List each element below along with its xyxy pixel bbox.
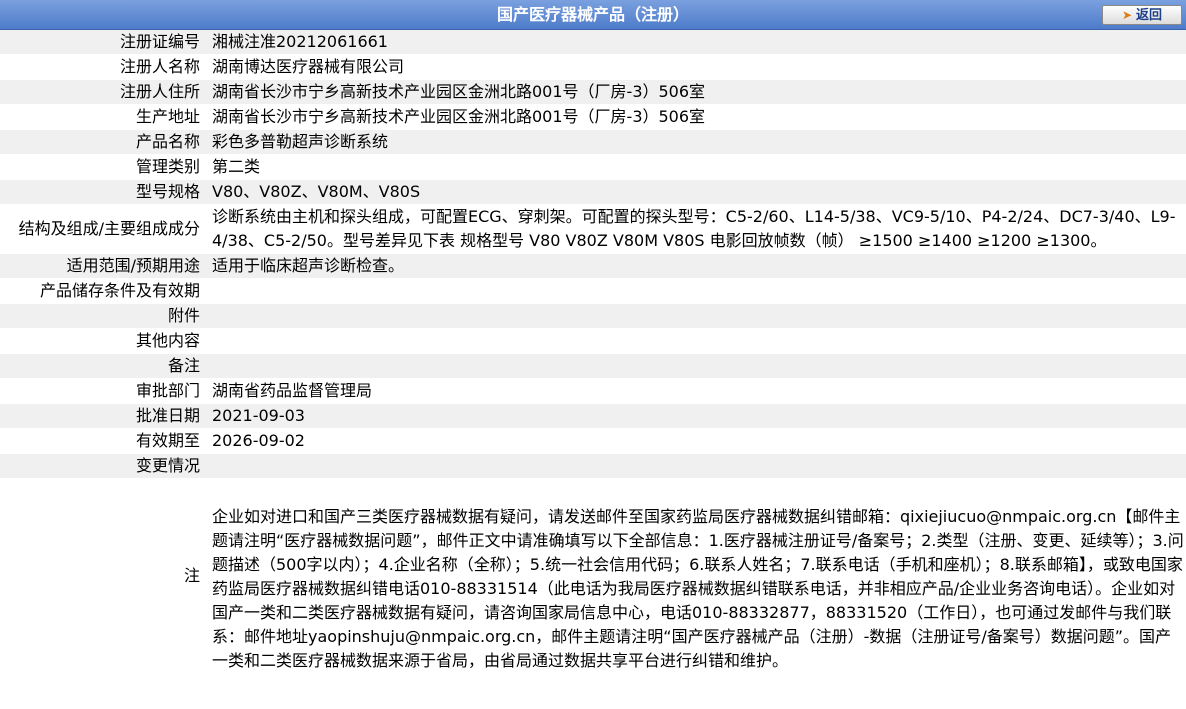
field-value: 湖南省药品监督管理局: [204, 378, 1186, 403]
field-value: 彩色多普勒超声诊断系统: [204, 129, 1186, 154]
detail-table: 注册证编号 湘械注准20212061661 注册人名称 湖南博达医疗器械有限公司 注册人…: [0, 30, 1186, 673]
table-row: 生产地址 湖南省长沙市宁乡高新技术产业园区金洲北路001号（厂房-3）506室: [0, 104, 1186, 129]
field-label: 有效期至: [0, 428, 204, 453]
table-row: 附件: [0, 303, 1186, 328]
table-row: 管理类别 第二类: [0, 154, 1186, 179]
field-label: 注册人住所: [0, 79, 204, 104]
table-row: 注册人名称 湖南博达医疗器械有限公司: [0, 54, 1186, 79]
field-value: [204, 353, 1186, 378]
table-row: 注册证编号 湘械注准20212061661: [0, 30, 1186, 54]
field-label: 产品储存条件及有效期: [0, 278, 204, 303]
back-button-label: 返回: [1136, 8, 1163, 23]
field-label: 产品名称: [0, 129, 204, 154]
table-row: 其他内容: [0, 328, 1186, 353]
field-label: 注册人名称: [0, 54, 204, 79]
field-label: 注册证编号: [0, 30, 204, 54]
field-label: 变更情况: [0, 453, 204, 478]
field-value: 湖南省长沙市宁乡高新技术产业园区金洲北路001号（厂房-3）506室: [204, 79, 1186, 104]
field-value: [204, 303, 1186, 328]
field-value: 第二类: [204, 154, 1186, 179]
table-row: 型号规格 V80、V80Z、V80M、V80S: [0, 179, 1186, 204]
field-value: 湖南博达医疗器械有限公司: [204, 54, 1186, 79]
note-label: 注: [0, 478, 204, 673]
page-header: 国产医疗器械产品（注册） ➤ 返回: [0, 0, 1186, 30]
table-row: 有效期至 2026-09-02: [0, 428, 1186, 453]
note-row: 注企业如对进口和国产三类医疗器械数据有疑问，请发送邮件至国家药监局医疗器械数据纠…: [0, 478, 1186, 673]
field-label: 型号规格: [0, 179, 204, 204]
field-value: [204, 278, 1186, 303]
detail-rows: 注册证编号 湘械注准20212061661 注册人名称 湖南博达医疗器械有限公司 注册人…: [0, 30, 1186, 673]
field-value: 诊断系统由主机和探头组成，可配置ECG、穿刺架。可配置的探头型号：C5-2/60…: [204, 204, 1186, 253]
field-value: V80、V80Z、V80M、V80S: [204, 179, 1186, 204]
field-value: [204, 453, 1186, 478]
table-row: 结构及组成/主要组成成分 诊断系统由主机和探头组成，可配置ECG、穿刺架。可配置的…: [0, 204, 1186, 253]
note-text: 企业如对进口和国产三类医疗器械数据有疑问，请发送邮件至国家药监局医疗器械数据纠错…: [204, 478, 1186, 673]
field-value: 湘械注准20212061661: [204, 30, 1186, 54]
field-label: 批准日期: [0, 403, 204, 428]
table-row: 产品储存条件及有效期: [0, 278, 1186, 303]
table-row: 审批部门 湖南省药品监督管理局: [0, 378, 1186, 403]
field-value: 2026-09-02: [204, 428, 1186, 453]
table-row: 注册人住所 湖南省长沙市宁乡高新技术产业园区金洲北路001号（厂房-3）506室: [0, 79, 1186, 104]
field-label: 备注: [0, 353, 204, 378]
field-label: 审批部门: [0, 378, 204, 403]
field-value: [204, 328, 1186, 353]
field-value: 湖南省长沙市宁乡高新技术产业园区金洲北路001号（厂房-3）506室: [204, 104, 1186, 129]
table-row: 备注: [0, 353, 1186, 378]
field-label: 生产地址: [0, 104, 204, 129]
field-label: 其他内容: [0, 328, 204, 353]
field-value: 适用于临床超声诊断检查。: [204, 253, 1186, 278]
table-row: 变更情况: [0, 453, 1186, 478]
field-label: 适用范围/预期用途: [0, 253, 204, 278]
arrow-right-icon: ➤: [1121, 8, 1133, 22]
field-label: 附件: [0, 303, 204, 328]
field-value: 2021-09-03: [204, 403, 1186, 428]
field-label: 管理类别: [0, 154, 204, 179]
page-title: 国产医疗器械产品（注册）: [496, 5, 689, 24]
table-row: 产品名称 彩色多普勒超声诊断系统: [0, 129, 1186, 154]
back-button[interactable]: ➤ 返回: [1102, 5, 1182, 25]
table-row: 批准日期 2021-09-03: [0, 403, 1186, 428]
table-row: 适用范围/预期用途 适用于临床超声诊断检查。: [0, 253, 1186, 278]
field-label: 结构及组成/主要组成成分: [0, 204, 204, 253]
